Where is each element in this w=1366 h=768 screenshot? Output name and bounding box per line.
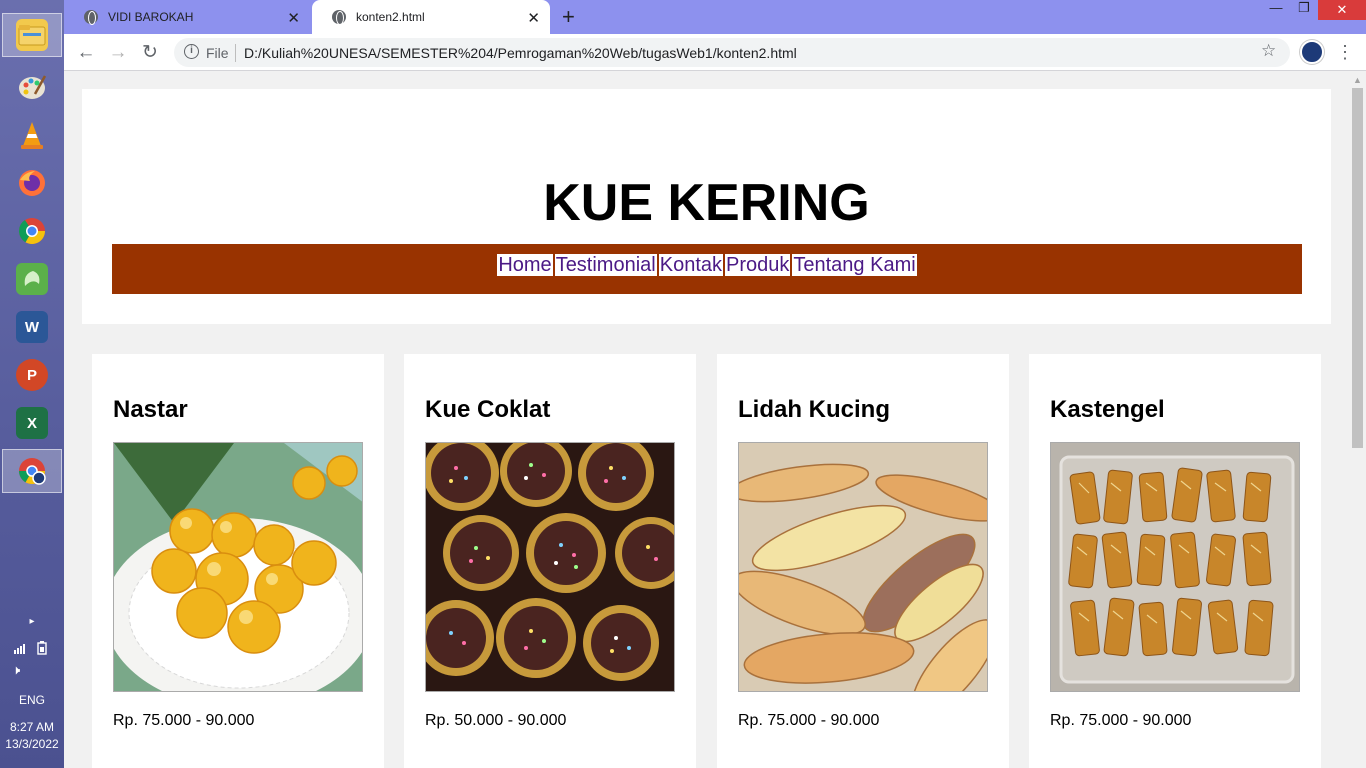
nav-link-tentang-kami[interactable]: Tentang Kami bbox=[792, 254, 917, 276]
product-card-lidah-kucing: Lidah Kucing Rp. 75.000 - 90.000 bbox=[717, 354, 1009, 768]
nav-link-kontak[interactable]: Kontak bbox=[658, 254, 723, 276]
excel-icon: X bbox=[16, 407, 48, 439]
taskbar-excel[interactable]: X bbox=[2, 401, 62, 445]
nav-link-testimonial[interactable]: Testimonial bbox=[554, 254, 657, 276]
globe-icon bbox=[332, 10, 346, 25]
volume-icon[interactable]: 🕨 bbox=[0, 662, 64, 678]
product-name: Lidah Kucing bbox=[738, 396, 890, 423]
clock-date[interactable]: 13/3/2022 bbox=[0, 737, 64, 751]
browser-chrome: VIDI BAROKAH ✕ konten2.html ✕ + — ❐ ✕ ← … bbox=[64, 0, 1366, 71]
site-title: KUE KERING bbox=[543, 174, 870, 232]
nav-link-produk[interactable]: Produk bbox=[725, 254, 791, 276]
taskbar-chrome[interactable] bbox=[2, 209, 62, 253]
chrome-profile-icon bbox=[16, 455, 48, 487]
tab-title: konten2.html bbox=[356, 10, 425, 24]
taskbar-word[interactable]: W bbox=[2, 305, 62, 349]
powerpoint-icon: P bbox=[16, 359, 48, 391]
product-photo-kue-coklat bbox=[425, 442, 675, 692]
product-card-kue-coklat: Kue Coklat Rp. 50.000 - 90.000 bbox=[404, 354, 696, 768]
language-indicator[interactable]: ENG bbox=[0, 693, 64, 707]
firefox-icon bbox=[16, 167, 48, 199]
product-photo-lidah-kucing bbox=[738, 442, 988, 692]
product-price: Rp. 75.000 - 90.000 bbox=[113, 712, 255, 729]
clock-time[interactable]: 8:27 AM bbox=[0, 720, 64, 734]
back-arrow-icon[interactable]: ← bbox=[73, 40, 99, 66]
site-nav: Home Testimonial Kontak Produk Tentang Kami bbox=[112, 244, 1302, 294]
close-tab-icon[interactable]: ✕ bbox=[287, 9, 300, 27]
window-close-button[interactable]: ✕ bbox=[1318, 0, 1366, 20]
taskbar-firefox[interactable] bbox=[2, 161, 62, 205]
paint-palette-icon bbox=[16, 71, 48, 103]
product-card-kastengel: Kastengel Rp. 75.000 - 90.000 bbox=[1029, 354, 1321, 768]
new-tab-button[interactable]: + bbox=[562, 4, 575, 30]
taskbar-vlc[interactable] bbox=[2, 113, 62, 157]
camtasia-icon bbox=[16, 263, 48, 295]
file-scheme-label: File bbox=[206, 45, 229, 61]
minimize-icon[interactable]: — bbox=[1262, 0, 1290, 20]
taskbar-powerpoint[interactable]: P bbox=[2, 353, 62, 397]
bookmark-star-icon[interactable]: ☆ bbox=[1261, 41, 1276, 61]
product-price: Rp. 75.000 - 90.000 bbox=[1050, 712, 1192, 729]
chrome-icon bbox=[16, 215, 48, 247]
tab-strip: VIDI BAROKAH ✕ konten2.html ✕ + — ❐ ✕ bbox=[64, 0, 1366, 34]
tray-expand-icon[interactable]: ▸ bbox=[0, 616, 64, 627]
taskbar-paint[interactable] bbox=[2, 65, 62, 109]
forward-arrow-icon[interactable]: → bbox=[105, 40, 131, 66]
word-icon: W bbox=[16, 311, 48, 343]
taskbar-chrome-profile[interactable] bbox=[2, 449, 62, 493]
site-header: KUE KERING Home Testimonial Kontak Produk Te… bbox=[82, 89, 1331, 324]
profile-avatar[interactable] bbox=[1300, 40, 1324, 64]
product-price: Rp. 75.000 - 90.000 bbox=[738, 712, 880, 729]
product-name: Kue Coklat bbox=[425, 396, 551, 423]
tab-konten2[interactable]: konten2.html ✕ bbox=[312, 0, 550, 34]
vlc-cone-icon bbox=[16, 119, 48, 151]
globe-icon bbox=[84, 10, 98, 25]
tray-network-icon[interactable] bbox=[0, 640, 64, 659]
scrollbar-thumb[interactable] bbox=[1352, 88, 1363, 448]
product-name: Kastengel bbox=[1050, 396, 1165, 423]
reload-icon[interactable]: ↻ bbox=[137, 40, 163, 66]
scroll-up-arrow-icon[interactable]: ▲ bbox=[1353, 75, 1362, 85]
taskbar-file-explorer[interactable] bbox=[2, 13, 62, 57]
product-card-nastar: Nastar Rp. 75.000 - 90.000 bbox=[92, 354, 384, 768]
browser-menu-icon[interactable]: ⋮ bbox=[1336, 40, 1354, 64]
folder-icon bbox=[16, 19, 48, 51]
info-icon[interactable]: i bbox=[184, 44, 199, 59]
address-bar[interactable]: i File D:/Kuliah%20UNESA/SEMESTER%204/Pe… bbox=[174, 38, 1290, 67]
tab-title: VIDI BAROKAH bbox=[108, 10, 194, 24]
page-scrollbar[interactable]: ▲ bbox=[1349, 71, 1366, 768]
product-name: Nastar bbox=[113, 396, 188, 423]
url-text[interactable]: D:/Kuliah%20UNESA/SEMESTER%204/Pemrogama… bbox=[244, 45, 797, 61]
omnibox-separator bbox=[235, 44, 236, 62]
page-viewport: KUE KERING Home Testimonial Kontak Produk Te… bbox=[64, 71, 1349, 768]
product-price: Rp. 50.000 - 90.000 bbox=[425, 712, 567, 729]
restore-icon[interactable]: ❐ bbox=[1290, 0, 1318, 20]
taskbar-camtasia[interactable] bbox=[2, 257, 62, 301]
product-photo-nastar bbox=[113, 442, 363, 692]
taskbar: W P X ▸ 🕨 ENG 8:27 AM 13/3/2022 bbox=[0, 0, 64, 768]
product-photo-kastengel bbox=[1050, 442, 1300, 692]
browser-toolbar: ← → ↻ i File D:/Kuliah%20UNESA/SEMESTER%… bbox=[64, 34, 1366, 71]
nav-link-home[interactable]: Home bbox=[497, 254, 553, 276]
tab-vidi-barokah[interactable]: VIDI BAROKAH ✕ bbox=[64, 0, 310, 34]
close-tab-icon[interactable]: ✕ bbox=[527, 9, 540, 27]
